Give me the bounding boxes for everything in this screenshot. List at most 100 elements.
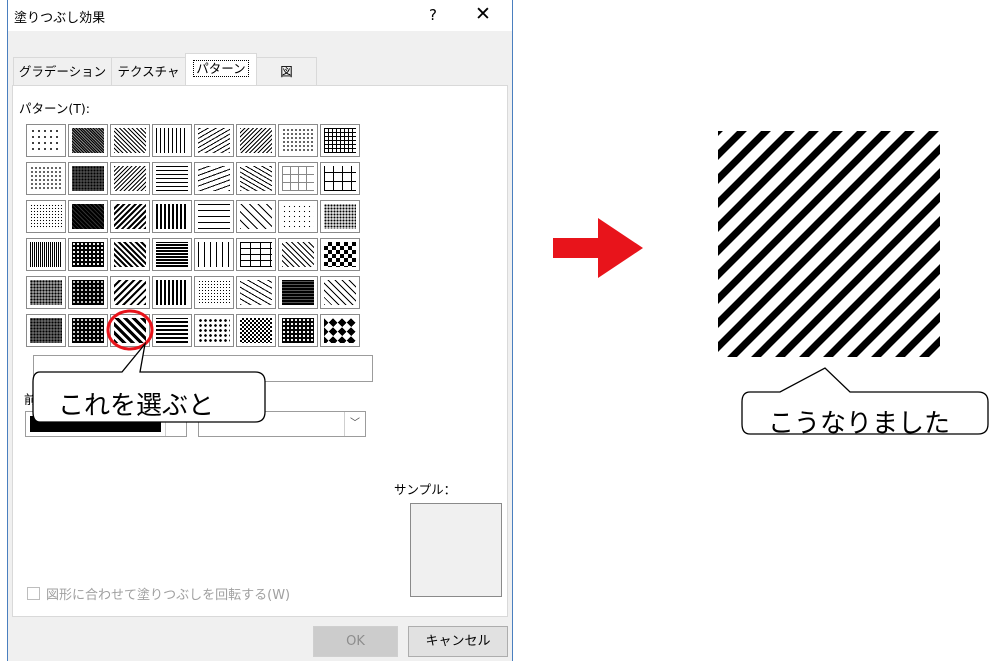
pattern-swatch-fill: [324, 128, 356, 153]
pattern-swatch[interactable]: [236, 276, 276, 309]
pattern-swatch[interactable]: [26, 162, 66, 195]
pattern-swatch[interactable]: [68, 124, 108, 157]
pattern-swatch-fill: [324, 242, 356, 267]
pattern-swatch-fill: [72, 166, 104, 191]
pattern-swatch-fill: [30, 128, 62, 153]
pattern-swatch-fill: [156, 128, 188, 153]
pattern-swatch-fill: [198, 166, 230, 191]
pattern-swatch-fill: [156, 204, 188, 229]
pattern-swatch[interactable]: [110, 124, 150, 157]
pattern-swatch-fill: [114, 166, 146, 191]
pattern-swatch[interactable]: [110, 276, 150, 309]
pattern-swatch-fill: [72, 280, 104, 305]
pattern-swatch-fill: [198, 242, 230, 267]
pattern-swatch[interactable]: [26, 200, 66, 233]
callout-result-text: こうなりました: [768, 409, 951, 439]
pattern-swatch-fill: [198, 280, 230, 305]
pattern-swatch[interactable]: [320, 200, 360, 233]
pattern-swatch-fill: [30, 204, 62, 229]
pattern-swatch[interactable]: [194, 124, 234, 157]
pattern-swatch[interactable]: [320, 276, 360, 309]
pattern-swatch-fill: [240, 280, 272, 305]
fill-effects-dialog: 塗りつぶし効果 ? ✕ グラデーション テクスチャ パターン 図 パターン(T)…: [7, 0, 513, 661]
tab-texture[interactable]: テクスチャ: [111, 57, 186, 85]
pattern-swatch-fill: [114, 128, 146, 153]
arrow-right-icon: [553, 218, 643, 278]
pattern-swatch[interactable]: [278, 238, 318, 271]
ok-button[interactable]: OK: [313, 626, 398, 657]
pattern-swatch[interactable]: [320, 238, 360, 271]
pattern-swatch-fill: [282, 204, 314, 229]
pattern-swatch[interactable]: [194, 200, 234, 233]
dialog-title: 塗りつぶし効果: [14, 11, 106, 26]
pattern-swatch[interactable]: [68, 200, 108, 233]
title-bar: 塗りつぶし効果 ? ✕: [8, 0, 512, 31]
pattern-swatch[interactable]: [152, 162, 192, 195]
pattern-swatch[interactable]: [194, 238, 234, 271]
pattern-swatch[interactable]: [152, 200, 192, 233]
pattern-swatch[interactable]: [236, 238, 276, 271]
tab-pattern[interactable]: パターン: [185, 53, 257, 86]
pattern-swatch-fill: [240, 128, 272, 153]
pattern-swatch-fill: [114, 242, 146, 267]
result-pattern: [718, 131, 940, 357]
tab-picture[interactable]: 図: [256, 57, 317, 85]
pattern-swatch[interactable]: [320, 314, 360, 347]
pattern-swatch[interactable]: [26, 276, 66, 309]
pattern-swatch-fill: [240, 166, 272, 191]
pattern-swatch-fill: [198, 204, 230, 229]
pattern-swatch-fill: [282, 280, 314, 305]
pattern-swatch[interactable]: [110, 200, 150, 233]
pattern-swatch-fill: [324, 280, 356, 305]
pattern-swatch[interactable]: [110, 238, 150, 271]
pattern-swatch[interactable]: [26, 238, 66, 271]
pattern-swatch[interactable]: [236, 124, 276, 157]
pattern-swatch[interactable]: [152, 124, 192, 157]
pattern-swatch[interactable]: [152, 276, 192, 309]
pattern-swatch[interactable]: [320, 124, 360, 157]
pattern-swatch-fill: [198, 128, 230, 153]
pattern-swatch-fill: [324, 204, 356, 229]
pattern-swatch[interactable]: [68, 276, 108, 309]
pattern-swatch[interactable]: [278, 276, 318, 309]
pattern-swatch-fill: [30, 280, 62, 305]
tab-gradation[interactable]: グラデーション: [13, 57, 112, 85]
pattern-swatch-fill: [324, 318, 356, 343]
pattern-swatch-fill: [30, 242, 62, 267]
pattern-swatch[interactable]: [278, 314, 318, 347]
pattern-swatch-fill: [72, 128, 104, 153]
pattern-swatch-fill: [72, 242, 104, 267]
pattern-swatch-fill: [30, 166, 62, 191]
chevron-down-icon[interactable]: ﹀: [344, 412, 365, 436]
pattern-swatch-fill: [282, 318, 314, 343]
pattern-swatch-fill: [324, 166, 356, 191]
pattern-swatch[interactable]: [194, 276, 234, 309]
pattern-swatch[interactable]: [278, 162, 318, 195]
pattern-swatch[interactable]: [278, 200, 318, 233]
pattern-swatch[interactable]: [194, 162, 234, 195]
pattern-swatch-fill: [156, 280, 188, 305]
pattern-swatch[interactable]: [236, 162, 276, 195]
pattern-swatch-fill: [114, 280, 146, 305]
rotate-checkbox[interactable]: 図形に合わせて塗りつぶしを回転する(W): [27, 584, 290, 603]
cancel-button[interactable]: キャンセル: [408, 626, 508, 657]
pattern-swatch[interactable]: [26, 124, 66, 157]
help-button[interactable]: ?: [429, 6, 437, 24]
pattern-swatch-fill: [72, 204, 104, 229]
pattern-swatch[interactable]: [236, 200, 276, 233]
close-button[interactable]: ✕: [475, 3, 491, 25]
pattern-swatch[interactable]: [68, 238, 108, 271]
pattern-swatch-fill: [114, 204, 146, 229]
pattern-swatch-fill: [156, 166, 188, 191]
pattern-swatch[interactable]: [68, 162, 108, 195]
pattern-swatch[interactable]: [110, 162, 150, 195]
pattern-swatch[interactable]: [152, 238, 192, 271]
pattern-swatch[interactable]: [278, 124, 318, 157]
pattern-swatch-fill: [282, 166, 314, 191]
checkbox-icon[interactable]: [27, 587, 40, 600]
pattern-swatch[interactable]: [320, 162, 360, 195]
pattern-swatch-fill: [156, 242, 188, 267]
pattern-swatch-fill: [282, 128, 314, 153]
pattern-swatch-fill: [240, 242, 272, 267]
callout-select-text: これを選ぶと: [58, 391, 215, 421]
